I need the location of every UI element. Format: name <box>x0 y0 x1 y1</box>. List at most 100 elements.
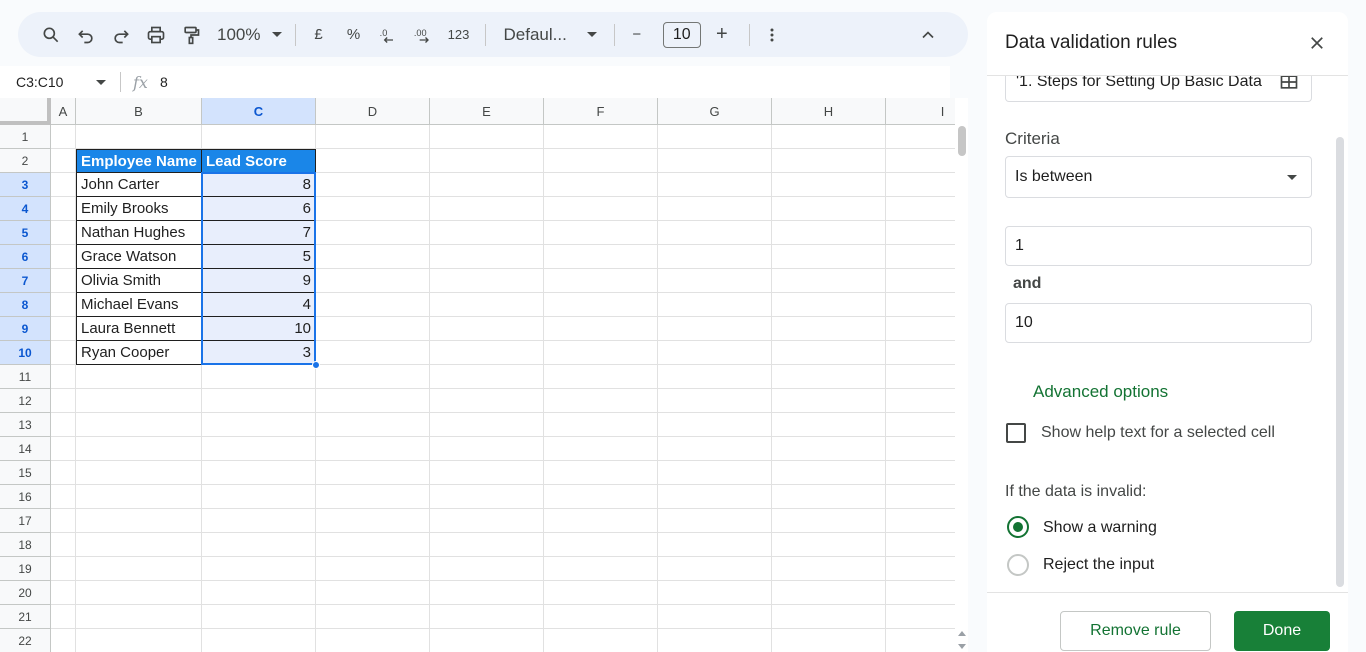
cell[interactable] <box>886 485 955 509</box>
cell[interactable] <box>316 341 430 365</box>
vertical-scrollbar[interactable] <box>955 98 968 652</box>
cell[interactable] <box>772 293 886 317</box>
cell[interactable] <box>544 461 658 485</box>
cell[interactable] <box>316 317 430 341</box>
cell[interactable] <box>544 269 658 293</box>
cell[interactable] <box>544 197 658 221</box>
max-value-input[interactable]: 10 <box>1005 303 1312 343</box>
table-cell[interactable]: 5 <box>202 245 316 269</box>
cell[interactable] <box>76 629 202 652</box>
cell[interactable] <box>316 629 430 652</box>
cell[interactable] <box>430 533 544 557</box>
cell[interactable] <box>316 365 430 389</box>
row-header-11[interactable]: 11 <box>0 365 51 389</box>
cell[interactable] <box>658 509 772 533</box>
cell[interactable] <box>544 509 658 533</box>
scrollbar-thumb[interactable] <box>958 126 966 156</box>
row-header-9[interactable]: 9 <box>0 317 51 341</box>
cell[interactable] <box>658 197 772 221</box>
table-header-cell[interactable]: Employee Name <box>76 149 202 173</box>
increase-font-size-button[interactable]: + <box>707 20 737 50</box>
cell[interactable] <box>544 413 658 437</box>
row-header-6[interactable]: 6 <box>0 245 51 269</box>
row-header-18[interactable]: 18 <box>0 533 51 557</box>
cell[interactable] <box>430 629 544 652</box>
cell[interactable] <box>886 413 955 437</box>
reject-input-radio[interactable] <box>1007 554 1029 576</box>
cell[interactable] <box>51 437 76 461</box>
cell[interactable] <box>544 173 658 197</box>
cell[interactable] <box>430 557 544 581</box>
remove-rule-button[interactable]: Remove rule <box>1060 611 1211 651</box>
select-all-corner[interactable] <box>0 98 51 125</box>
zoom-select[interactable]: 100% <box>211 25 288 45</box>
cell[interactable] <box>772 533 886 557</box>
row-header-22[interactable]: 22 <box>0 629 51 652</box>
cell[interactable] <box>51 509 76 533</box>
fill-handle[interactable] <box>312 361 320 369</box>
cell[interactable] <box>316 125 430 149</box>
cell[interactable] <box>51 557 76 581</box>
cell[interactable] <box>430 221 544 245</box>
cell[interactable] <box>544 485 658 509</box>
row-header-1[interactable]: 1 <box>0 125 51 149</box>
cell[interactable] <box>316 437 430 461</box>
cell[interactable] <box>316 557 430 581</box>
cell[interactable] <box>886 341 955 365</box>
table-cell[interactable]: Emily Brooks <box>76 197 202 221</box>
cell[interactable] <box>658 629 772 652</box>
increase-decimal-icon[interactable]: .00 <box>408 20 438 50</box>
collapse-toolbar-icon[interactable] <box>913 20 943 50</box>
cell[interactable] <box>544 365 658 389</box>
cell[interactable] <box>772 197 886 221</box>
cell[interactable] <box>430 365 544 389</box>
cell[interactable] <box>51 485 76 509</box>
cell[interactable] <box>886 557 955 581</box>
cell[interactable] <box>51 245 76 269</box>
cell[interactable] <box>202 125 316 149</box>
cell[interactable] <box>202 605 316 629</box>
cell[interactable] <box>772 269 886 293</box>
table-cell[interactable]: 8 <box>202 173 316 197</box>
cell[interactable] <box>772 317 886 341</box>
decrease-font-size-button[interactable]: − <box>622 20 652 50</box>
row-header-14[interactable]: 14 <box>0 437 51 461</box>
cell[interactable] <box>202 437 316 461</box>
cell[interactable] <box>886 389 955 413</box>
cell[interactable] <box>886 605 955 629</box>
cell[interactable] <box>658 221 772 245</box>
cell[interactable] <box>544 605 658 629</box>
cell[interactable] <box>316 485 430 509</box>
formula-input[interactable]: 8 <box>160 74 168 90</box>
cell[interactable] <box>430 149 544 173</box>
cell[interactable] <box>51 413 76 437</box>
column-header-f[interactable]: F <box>544 98 658 125</box>
cell[interactable] <box>51 317 76 341</box>
scroll-down-icon[interactable] <box>958 644 966 649</box>
cell[interactable] <box>658 317 772 341</box>
cell[interactable] <box>202 365 316 389</box>
cell[interactable] <box>430 461 544 485</box>
cell[interactable] <box>51 125 76 149</box>
cell[interactable] <box>886 365 955 389</box>
cell[interactable] <box>658 413 772 437</box>
cell[interactable] <box>886 461 955 485</box>
cell[interactable] <box>316 293 430 317</box>
spreadsheet-grid[interactable]: A B C D E F G H I 1 2 Employee Name Lead Score 3 John … <box>0 98 955 652</box>
cell[interactable] <box>772 485 886 509</box>
cell[interactable] <box>772 629 886 652</box>
cell[interactable] <box>430 269 544 293</box>
row-header-8[interactable]: 8 <box>0 293 51 317</box>
cell[interactable] <box>430 125 544 149</box>
cell[interactable] <box>772 221 886 245</box>
cell[interactable] <box>544 389 658 413</box>
more-formats-button[interactable]: 123 <box>443 20 473 50</box>
cell[interactable] <box>772 557 886 581</box>
row-header-3[interactable]: 3 <box>0 173 51 197</box>
cell[interactable] <box>202 413 316 437</box>
cell[interactable] <box>544 533 658 557</box>
cell[interactable] <box>886 629 955 652</box>
cell[interactable] <box>544 221 658 245</box>
name-box[interactable]: C3:C10 <box>0 66 120 98</box>
search-icon[interactable] <box>36 20 66 50</box>
